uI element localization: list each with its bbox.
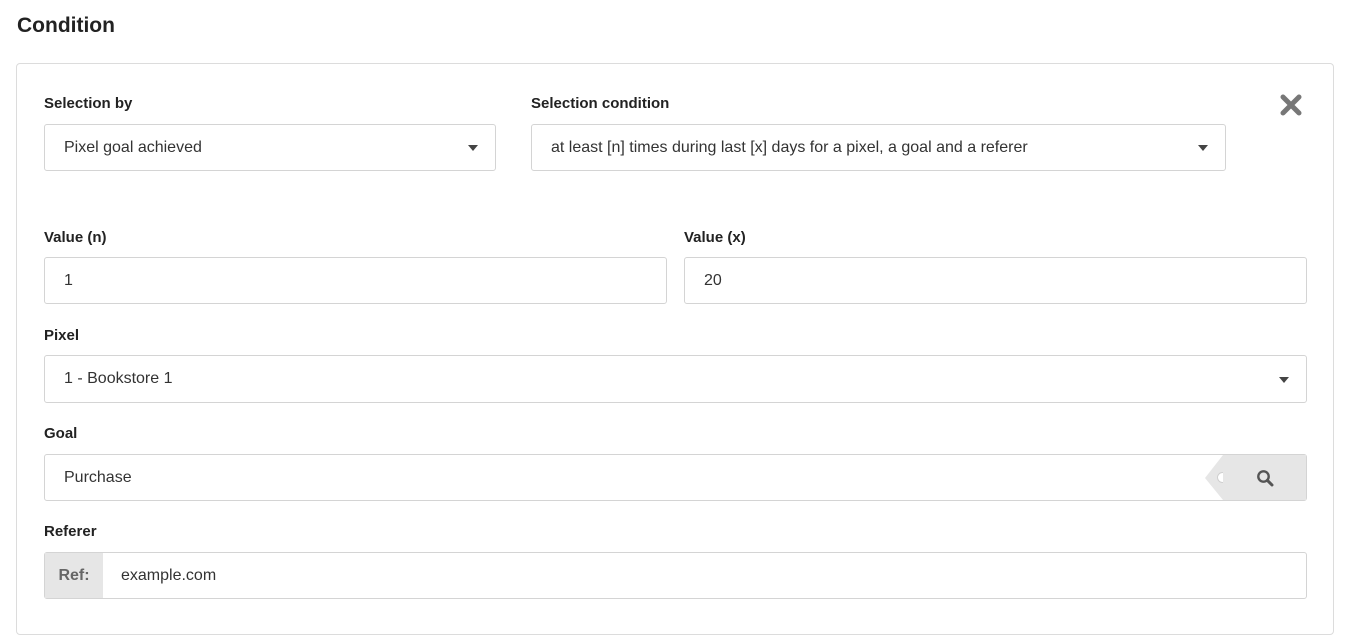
caret-down-icon bbox=[1279, 377, 1289, 383]
selection-condition-select[interactable]: at least [n] times during last [x] days … bbox=[531, 124, 1226, 171]
goal-label: Goal bbox=[44, 425, 78, 442]
goal-value: Purchase bbox=[64, 468, 132, 486]
page-title: Condition bbox=[17, 14, 115, 37]
selection-by-value: Pixel goal achieved bbox=[64, 138, 202, 156]
referer-prefix: Ref: bbox=[45, 553, 103, 598]
value-n-label: Value (n) bbox=[44, 229, 107, 246]
pixel-select[interactable]: 1 - Bookstore 1 bbox=[44, 355, 1307, 403]
selection-by-select[interactable]: Pixel goal achieved bbox=[44, 124, 496, 171]
referer-value: example.com bbox=[121, 566, 217, 584]
selection-by-label: Selection by bbox=[44, 95, 133, 112]
goal-input[interactable]: Purchase bbox=[44, 454, 1307, 501]
referer-input[interactable]: Ref: example.com bbox=[44, 552, 1307, 599]
pixel-value: 1 - Bookstore 1 bbox=[64, 370, 173, 387]
selection-condition-label: Selection condition bbox=[531, 95, 670, 112]
referer-label: Referer bbox=[44, 523, 97, 540]
value-x-input[interactable]: 20 bbox=[684, 257, 1307, 304]
search-icon bbox=[1256, 469, 1273, 486]
value-n-input[interactable]: 1 bbox=[44, 257, 667, 304]
caret-down-icon bbox=[468, 145, 478, 151]
selection-condition-value: at least [n] times during last [x] days … bbox=[551, 138, 1028, 156]
close-icon[interactable] bbox=[1280, 94, 1302, 116]
search-button[interactable] bbox=[1223, 455, 1306, 500]
value-x-label: Value (x) bbox=[684, 229, 746, 246]
value-n-text: 1 bbox=[64, 271, 73, 289]
pixel-label: Pixel bbox=[44, 327, 80, 344]
value-x-text: 20 bbox=[704, 271, 722, 289]
caret-down-icon bbox=[1198, 145, 1208, 151]
